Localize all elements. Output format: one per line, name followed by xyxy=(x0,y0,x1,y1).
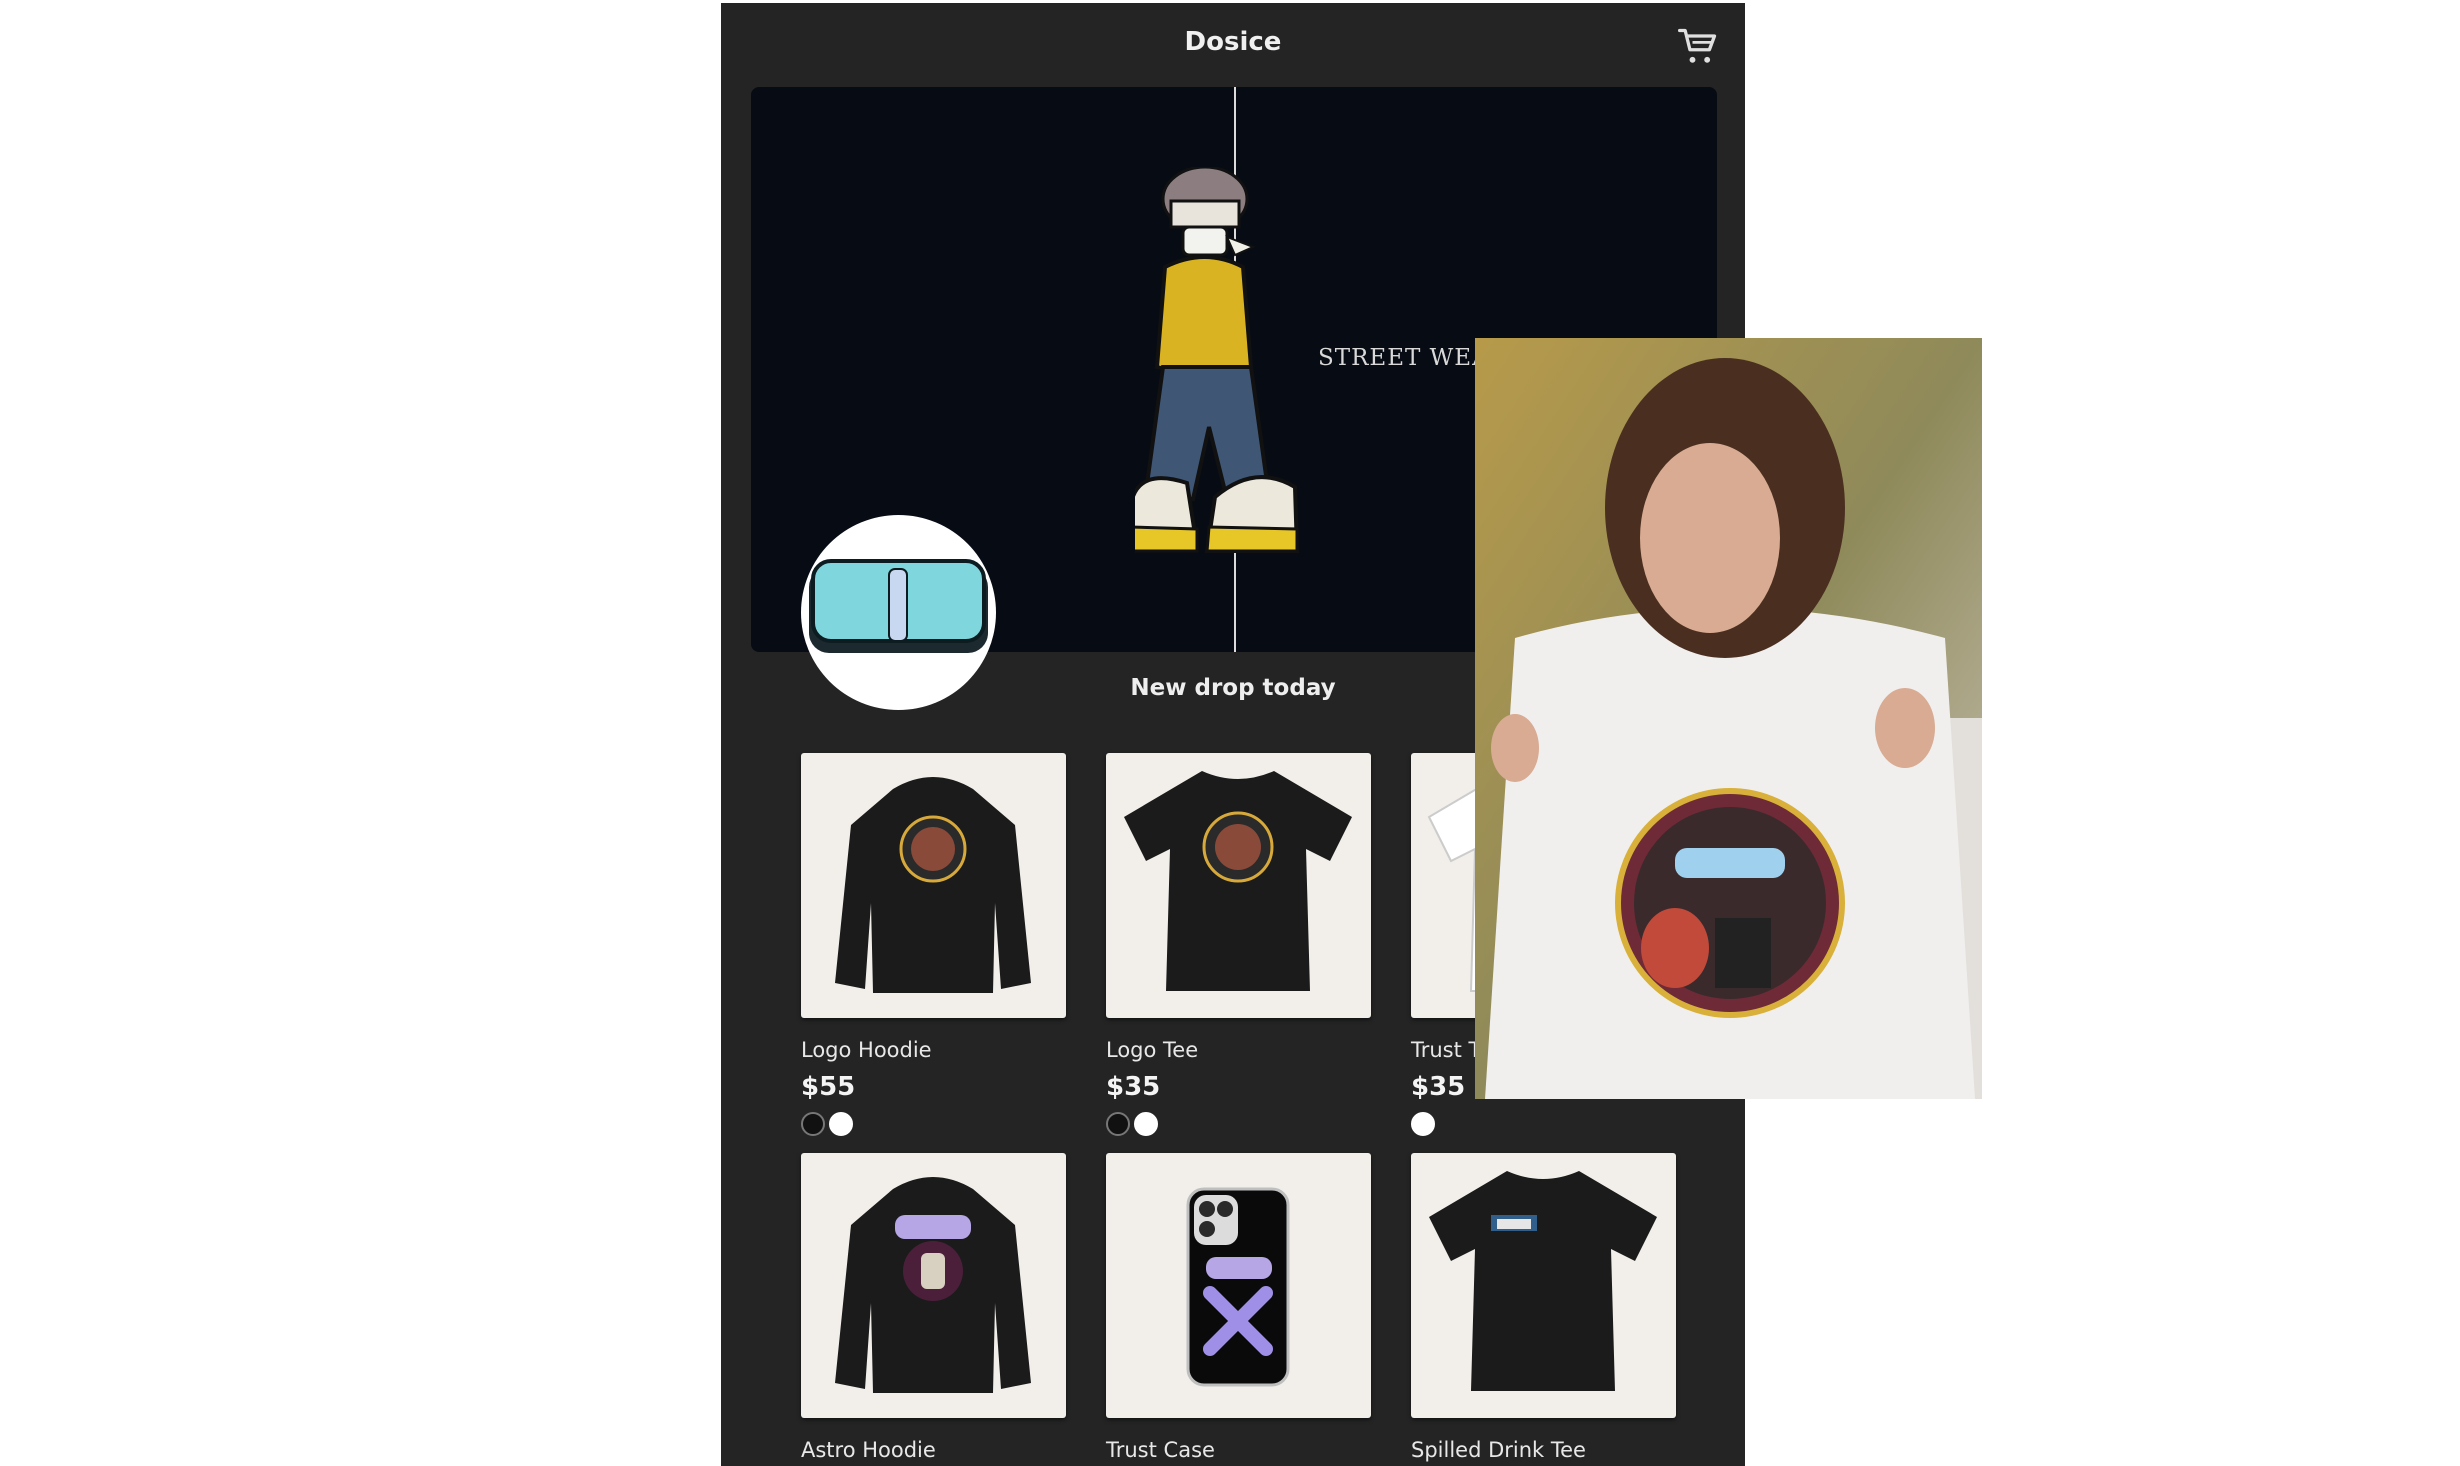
product-card[interactable]: Logo Hoodie $55 xyxy=(801,753,1066,1136)
product-image xyxy=(1106,753,1371,1018)
product-price: $35 xyxy=(1106,1072,1161,1102)
product-name: Spilled Drink Tee xyxy=(1411,1438,1586,1462)
model-wearing-tee-image xyxy=(1475,338,1982,1099)
color-swatches xyxy=(1106,1112,1371,1136)
product-image xyxy=(801,753,1066,1018)
color-swatches xyxy=(1411,1112,1676,1136)
product-card[interactable]: Trust Case xyxy=(1106,1153,1371,1462)
top-bar: Dosice xyxy=(721,3,1745,83)
product-name: Logo Tee xyxy=(1106,1038,1199,1062)
model-photo xyxy=(1475,338,1982,1099)
phone-case-icon xyxy=(1186,1187,1290,1387)
app-title: Dosice xyxy=(1184,27,1282,57)
product-card[interactable]: Spilled Drink Tee xyxy=(1411,1153,1676,1462)
swatch-white[interactable] xyxy=(1134,1112,1158,1136)
product-name: Trust Case xyxy=(1106,1438,1215,1462)
product-name: Astro Hoodie xyxy=(801,1438,936,1462)
product-image xyxy=(801,1153,1066,1418)
hoodie-icon xyxy=(835,1177,1031,1393)
brand-logo[interactable] xyxy=(801,515,996,710)
swatch-black[interactable] xyxy=(1106,1112,1130,1136)
dosice-logo-icon xyxy=(809,559,988,653)
product-image xyxy=(1411,1153,1676,1418)
swatch-white[interactable] xyxy=(829,1112,853,1136)
product-image xyxy=(1106,1153,1371,1418)
hero-character-illustration xyxy=(1135,167,1300,553)
product-card[interactable]: Logo Tee $35 xyxy=(1106,753,1371,1136)
color-swatches xyxy=(801,1112,1066,1136)
product-name: Logo Hoodie xyxy=(801,1038,932,1062)
product-card[interactable]: Astro Hoodie xyxy=(801,1153,1066,1462)
tshirt-icon xyxy=(1124,771,1352,991)
product-price: $55 xyxy=(801,1072,856,1102)
swatch-white[interactable] xyxy=(1411,1112,1435,1136)
tshirt-icon xyxy=(1429,1171,1657,1391)
hoodie-icon xyxy=(835,777,1031,993)
swatch-black[interactable] xyxy=(801,1112,825,1136)
cart-icon xyxy=(1678,28,1717,63)
cart-button[interactable] xyxy=(1676,25,1720,69)
